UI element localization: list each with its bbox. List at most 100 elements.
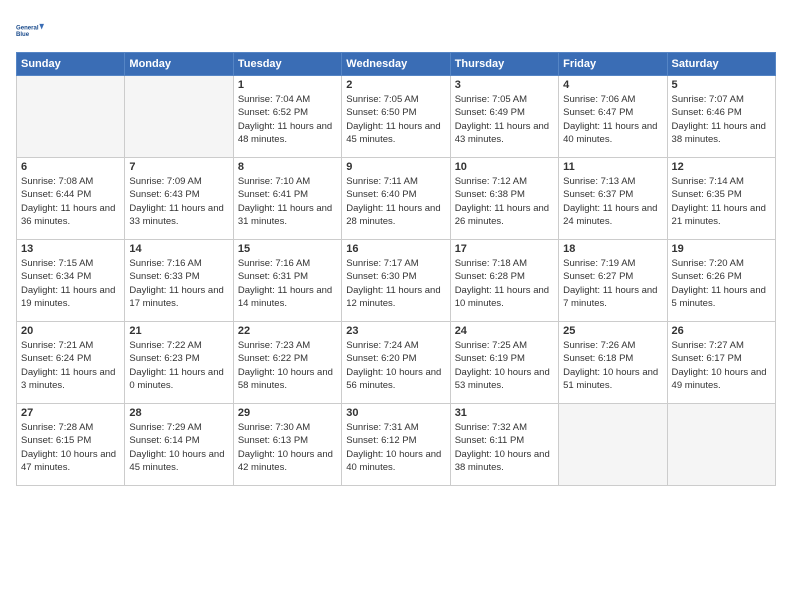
calendar-cell: 31 Sunrise: 7:32 AM Sunset: 6:11 PM Dayli…	[450, 404, 558, 486]
calendar-cell: 11Sunrise: 7:13 AM Sunset: 6:37 PM Dayli…	[559, 158, 667, 240]
day-number: 6	[21, 161, 120, 173]
day-number: 24	[455, 325, 554, 337]
calendar-cell: 19Sunrise: 7:20 AM Sunset: 6:26 PM Dayli…	[667, 240, 775, 322]
day-info: Sunrise: 7:28 AM Sunset: 6:15 PM Dayligh…	[21, 421, 120, 474]
week-row-5: 27 Sunrise: 7:28 AM Sunset: 6:15 PM Dayli…	[17, 404, 776, 486]
day-number: 25	[563, 325, 662, 337]
day-number: 21	[129, 325, 228, 337]
day-info: Sunrise: 7:09 AM Sunset: 6:43 PM Dayligh…	[129, 175, 228, 228]
week-row-2: 6 Sunrise: 7:08 AM Sunset: 6:44 PM Daylig…	[17, 158, 776, 240]
day-number: 18	[563, 243, 662, 255]
logo-icon: GeneralBlue	[16, 16, 44, 44]
week-row-3: 13 Sunrise: 7:15 AM Sunset: 6:34 PM Dayli…	[17, 240, 776, 322]
day-number: 30	[346, 407, 445, 419]
calendar-cell: 9 Sunrise: 7:11 AM Sunset: 6:40 PM Daylig…	[342, 158, 450, 240]
day-number: 1	[238, 79, 337, 91]
calendar-cell: 15 Sunrise: 7:16 AM Sunset: 6:31 PM Dayli…	[233, 240, 341, 322]
calendar-cell	[559, 404, 667, 486]
calendar-cell: 6 Sunrise: 7:08 AM Sunset: 6:44 PM Daylig…	[17, 158, 125, 240]
day-number: 20	[21, 325, 120, 337]
calendar-cell: 16 Sunrise: 7:17 AM Sunset: 6:30 PM Dayli…	[342, 240, 450, 322]
day-number: 10	[455, 161, 554, 173]
calendar-cell: 30 Sunrise: 7:31 AM Sunset: 6:12 PM Dayli…	[342, 404, 450, 486]
day-info: Sunrise: 7:08 AM Sunset: 6:44 PM Dayligh…	[21, 175, 120, 228]
calendar-cell: 5 Sunrise: 7:07 AM Sunset: 6:46 PM Daylig…	[667, 76, 775, 158]
logo: GeneralBlue	[16, 16, 44, 44]
day-info: Sunrise: 7:15 AM Sunset: 6:34 PM Dayligh…	[21, 257, 120, 310]
day-number: 17	[455, 243, 554, 255]
day-info: Sunrise: 7:19 AM Sunset: 6:27 PM Dayligh…	[563, 257, 662, 310]
calendar-cell: 20 Sunrise: 7:21 AM Sunset: 6:24 PM Dayli…	[17, 322, 125, 404]
calendar-cell: 3 Sunrise: 7:05 AM Sunset: 6:49 PM Daylig…	[450, 76, 558, 158]
calendar-cell: 18 Sunrise: 7:19 AM Sunset: 6:27 PM Dayli…	[559, 240, 667, 322]
day-number: 15	[238, 243, 337, 255]
day-info: Sunrise: 7:06 AM Sunset: 6:47 PM Dayligh…	[563, 93, 662, 146]
calendar-cell: 23Sunrise: 7:24 AM Sunset: 6:20 PM Dayli…	[342, 322, 450, 404]
day-info: Sunrise: 7:12 AM Sunset: 6:38 PM Dayligh…	[455, 175, 554, 228]
day-info: Sunrise: 7:13 AM Sunset: 6:37 PM Dayligh…	[563, 175, 662, 228]
day-number: 23	[346, 325, 445, 337]
day-info: Sunrise: 7:04 AM Sunset: 6:52 PM Dayligh…	[238, 93, 337, 146]
week-row-1: 1 Sunrise: 7:04 AM Sunset: 6:52 PM Daylig…	[17, 76, 776, 158]
day-info: Sunrise: 7:31 AM Sunset: 6:12 PM Dayligh…	[346, 421, 445, 474]
calendar-cell: 22 Sunrise: 7:23 AM Sunset: 6:22 PM Dayli…	[233, 322, 341, 404]
svg-text:General: General	[16, 26, 39, 32]
calendar-cell: 12Sunrise: 7:14 AM Sunset: 6:35 PM Dayli…	[667, 158, 775, 240]
day-info: Sunrise: 7:26 AM Sunset: 6:18 PM Dayligh…	[563, 339, 662, 392]
day-info: Sunrise: 7:17 AM Sunset: 6:30 PM Dayligh…	[346, 257, 445, 310]
calendar-cell: 17 Sunrise: 7:18 AM Sunset: 6:28 PM Dayli…	[450, 240, 558, 322]
calendar-cell	[17, 76, 125, 158]
day-info: Sunrise: 7:11 AM Sunset: 6:40 PM Dayligh…	[346, 175, 445, 228]
calendar-cell: 14Sunrise: 7:16 AM Sunset: 6:33 PM Dayli…	[125, 240, 233, 322]
calendar-cell	[667, 404, 775, 486]
day-info: Sunrise: 7:25 AM Sunset: 6:19 PM Dayligh…	[455, 339, 554, 392]
day-info: Sunrise: 7:07 AM Sunset: 6:46 PM Dayligh…	[672, 93, 771, 146]
day-info: Sunrise: 7:05 AM Sunset: 6:49 PM Dayligh…	[455, 93, 554, 146]
calendar-cell: 4 Sunrise: 7:06 AM Sunset: 6:47 PM Daylig…	[559, 76, 667, 158]
day-info: Sunrise: 7:23 AM Sunset: 6:22 PM Dayligh…	[238, 339, 337, 392]
calendar-cell: 27 Sunrise: 7:28 AM Sunset: 6:15 PM Dayli…	[17, 404, 125, 486]
weekday-header-saturday: Saturday	[667, 53, 775, 76]
calendar-cell: 7Sunrise: 7:09 AM Sunset: 6:43 PM Daylig…	[125, 158, 233, 240]
day-info: Sunrise: 7:16 AM Sunset: 6:31 PM Dayligh…	[238, 257, 337, 310]
weekday-header-monday: Monday	[125, 53, 233, 76]
day-number: 8	[238, 161, 337, 173]
day-number: 27	[21, 407, 120, 419]
calendar-cell: 26Sunrise: 7:27 AM Sunset: 6:17 PM Dayli…	[667, 322, 775, 404]
day-number: 3	[455, 79, 554, 91]
day-info: Sunrise: 7:20 AM Sunset: 6:26 PM Dayligh…	[672, 257, 771, 310]
weekday-header-wednesday: Wednesday	[342, 53, 450, 76]
calendar-cell: 2 Sunrise: 7:05 AM Sunset: 6:50 PM Daylig…	[342, 76, 450, 158]
weekday-header-row: SundayMondayTuesdayWednesdayThursdayFrid…	[17, 53, 776, 76]
svg-text:Blue: Blue	[16, 32, 30, 38]
day-info: Sunrise: 7:29 AM Sunset: 6:14 PM Dayligh…	[129, 421, 228, 474]
day-number: 16	[346, 243, 445, 255]
day-info: Sunrise: 7:22 AM Sunset: 6:23 PM Dayligh…	[129, 339, 228, 392]
weekday-header-tuesday: Tuesday	[233, 53, 341, 76]
day-number: 31	[455, 407, 554, 419]
week-row-4: 20 Sunrise: 7:21 AM Sunset: 6:24 PM Dayli…	[17, 322, 776, 404]
calendar-cell: 21 Sunrise: 7:22 AM Sunset: 6:23 PM Dayli…	[125, 322, 233, 404]
weekday-header-friday: Friday	[559, 53, 667, 76]
calendar-cell: 29 Sunrise: 7:30 AM Sunset: 6:13 PM Dayli…	[233, 404, 341, 486]
day-number: 4	[563, 79, 662, 91]
day-info: Sunrise: 7:21 AM Sunset: 6:24 PM Dayligh…	[21, 339, 120, 392]
day-number: 13	[21, 243, 120, 255]
day-number: 2	[346, 79, 445, 91]
day-info: Sunrise: 7:18 AM Sunset: 6:28 PM Dayligh…	[455, 257, 554, 310]
calendar-cell: 25 Sunrise: 7:26 AM Sunset: 6:18 PM Dayli…	[559, 322, 667, 404]
day-info: Sunrise: 7:32 AM Sunset: 6:11 PM Dayligh…	[455, 421, 554, 474]
day-info: Sunrise: 7:10 AM Sunset: 6:41 PM Dayligh…	[238, 175, 337, 228]
day-number: 29	[238, 407, 337, 419]
calendar-table: SundayMondayTuesdayWednesdayThursdayFrid…	[16, 52, 776, 486]
calendar-cell: 28Sunrise: 7:29 AM Sunset: 6:14 PM Dayli…	[125, 404, 233, 486]
calendar-cell: 13 Sunrise: 7:15 AM Sunset: 6:34 PM Dayli…	[17, 240, 125, 322]
day-info: Sunrise: 7:30 AM Sunset: 6:13 PM Dayligh…	[238, 421, 337, 474]
calendar-cell: 24 Sunrise: 7:25 AM Sunset: 6:19 PM Dayli…	[450, 322, 558, 404]
calendar-cell: 1 Sunrise: 7:04 AM Sunset: 6:52 PM Daylig…	[233, 76, 341, 158]
day-info: Sunrise: 7:05 AM Sunset: 6:50 PM Dayligh…	[346, 93, 445, 146]
day-number: 9	[346, 161, 445, 173]
day-number: 5	[672, 79, 771, 91]
page-header: GeneralBlue	[16, 16, 776, 44]
day-number: 22	[238, 325, 337, 337]
